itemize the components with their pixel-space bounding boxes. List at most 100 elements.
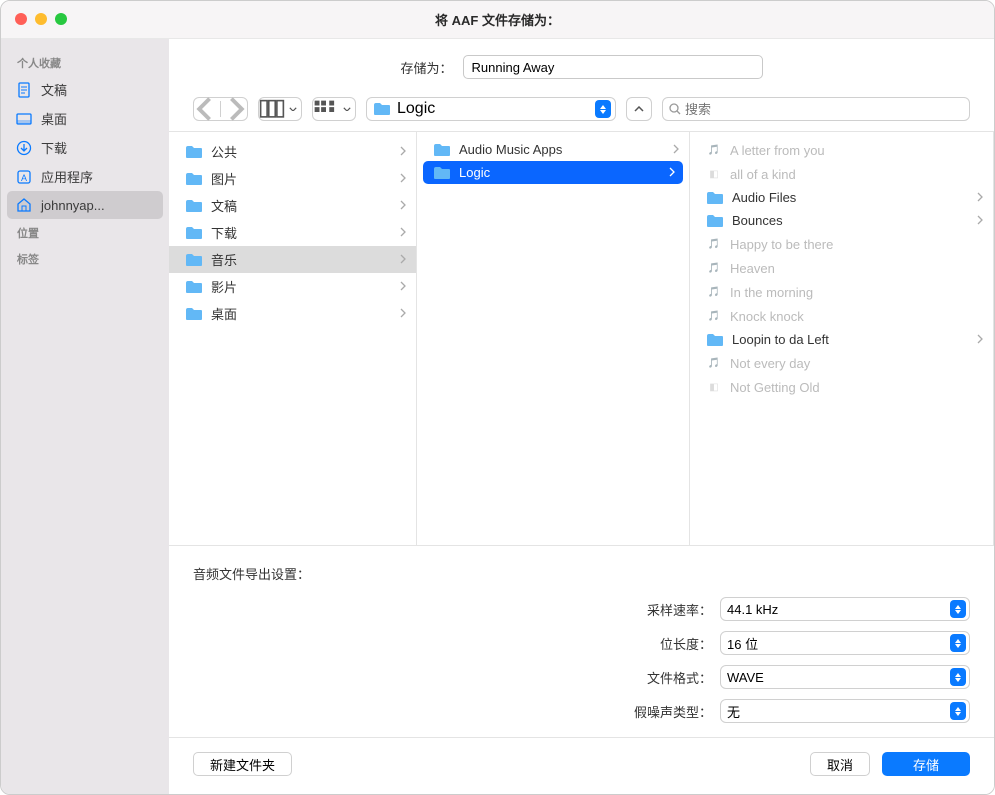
- column-2: Audio Music Apps Logic: [417, 132, 690, 545]
- folder-icon: [706, 214, 724, 228]
- setting-label: 采样速率：: [647, 600, 712, 619]
- collapse-button[interactable]: [626, 97, 652, 121]
- folder-icon: [706, 333, 724, 347]
- browser-row[interactable]: 🎵Knock knock: [690, 304, 993, 328]
- chevron-right-icon: [669, 165, 675, 180]
- zoom-icon[interactable]: [55, 13, 67, 25]
- browser-row[interactable]: Loopin to da Left: [690, 328, 993, 351]
- new-folder-button[interactable]: 新建文件夹: [193, 752, 292, 776]
- logic-file-icon: 🎵: [706, 355, 722, 371]
- browser-row[interactable]: 影片: [169, 273, 416, 300]
- save-button[interactable]: 存储: [882, 752, 970, 776]
- browser-row[interactable]: 桌面: [169, 300, 416, 327]
- path-popup[interactable]: Logic: [366, 97, 616, 121]
- folder-icon: [185, 307, 203, 321]
- browser-row[interactable]: 下载: [169, 219, 416, 246]
- browser-row[interactable]: 🎵 A letter from you: [690, 138, 993, 162]
- minimize-icon[interactable]: [35, 13, 47, 25]
- row-label: all of a kind: [730, 167, 796, 182]
- browser-row[interactable]: 🎵In the morning: [690, 280, 993, 304]
- close-icon[interactable]: [15, 13, 27, 25]
- logic-file-icon: 🎵: [706, 142, 722, 158]
- search-icon: [669, 103, 681, 115]
- row-label: 桌面: [211, 304, 237, 323]
- desktop-icon: [15, 110, 33, 128]
- sidebar-item-label: 桌面: [41, 109, 67, 128]
- row-label: Audio Files: [732, 190, 796, 205]
- file-icon: ◧: [706, 166, 722, 182]
- setting-select[interactable]: 无: [720, 699, 970, 723]
- setting-value: WAVE: [727, 670, 764, 685]
- path-label: Logic: [397, 100, 435, 118]
- sidebar-item[interactable]: johnnyap...: [7, 191, 163, 219]
- browser-row[interactable]: 公共: [169, 138, 416, 165]
- browser-row[interactable]: 🎵Happy to be there: [690, 232, 993, 256]
- search-input[interactable]: [685, 102, 963, 117]
- updown-icon: [950, 668, 966, 686]
- row-label: 音乐: [211, 250, 237, 269]
- browser-row[interactable]: ◧Not Getting Old: [690, 375, 993, 399]
- sidebar-item-label: johnnyap...: [41, 198, 105, 213]
- updown-icon: [950, 634, 966, 652]
- folder-icon: [433, 143, 451, 157]
- cancel-button[interactable]: 取消: [810, 752, 870, 776]
- chevron-down-icon: [339, 98, 355, 120]
- group-mode[interactable]: [312, 97, 356, 121]
- chevron-right-icon: [400, 279, 406, 294]
- svg-text:A: A: [21, 173, 27, 183]
- setting-select[interactable]: WAVE: [720, 665, 970, 689]
- forward-button[interactable]: [221, 98, 247, 120]
- browser-row[interactable]: ◧ all of a kind: [690, 162, 993, 186]
- chevron-right-icon: [673, 142, 679, 157]
- browser-row[interactable]: 图片: [169, 165, 416, 192]
- window-title: 将 AAF 文件存储为：: [435, 10, 560, 29]
- updown-icon: [950, 600, 966, 618]
- chevron-right-icon: [400, 171, 406, 186]
- folder-icon: [185, 253, 203, 267]
- nav-back-forward: [193, 97, 248, 121]
- browser-row[interactable]: 🎵Not every day: [690, 351, 993, 375]
- setting-label: 假噪声类型：: [634, 702, 712, 721]
- setting-value: 44.1 kHz: [727, 602, 778, 617]
- updown-icon: [595, 100, 611, 118]
- folder-icon: [706, 191, 724, 205]
- chevron-right-icon: [977, 332, 983, 347]
- logic-file-icon: 🎵: [706, 236, 722, 252]
- row-label: Logic: [459, 165, 490, 180]
- folder-icon: [185, 226, 203, 240]
- column-3: 🎵 A letter from you ◧ all of a kind Audio Fi…: [690, 132, 994, 545]
- save-as-input[interactable]: [463, 55, 763, 79]
- sidebar-item[interactable]: 下载: [1, 133, 169, 162]
- setting-select[interactable]: 44.1 kHz: [720, 597, 970, 621]
- folder-icon: [185, 172, 203, 186]
- row-label: In the morning: [730, 285, 813, 300]
- folder-icon: [185, 145, 203, 159]
- browser-row[interactable]: Bounces: [690, 209, 993, 232]
- setting-label: 位长度：: [660, 634, 712, 653]
- view-mode[interactable]: [258, 97, 302, 121]
- chevron-down-icon: [285, 98, 301, 120]
- save-as-label: 存储为：: [400, 58, 452, 77]
- row-label: A letter from you: [730, 143, 825, 158]
- row-label: 文稿: [211, 196, 237, 215]
- sidebar-item[interactable]: A应用程序: [1, 162, 169, 191]
- browser-row[interactable]: 🎵Heaven: [690, 256, 993, 280]
- search-field[interactable]: [662, 97, 970, 121]
- chevron-right-icon: [400, 306, 406, 321]
- sidebar-item[interactable]: 桌面: [1, 104, 169, 133]
- row-label: Loopin to da Left: [732, 332, 829, 347]
- browser-row[interactable]: Logic: [423, 161, 683, 184]
- setting-select[interactable]: 16 位: [720, 631, 970, 655]
- logic-file-icon: 🎵: [706, 308, 722, 324]
- setting-value: 16 位: [727, 634, 758, 653]
- sidebar-item[interactable]: 文稿: [1, 75, 169, 104]
- chevron-right-icon: [400, 252, 406, 267]
- setting-label: 文件格式：: [647, 668, 712, 687]
- browser-row[interactable]: Audio Music Apps: [417, 138, 689, 161]
- browser-row[interactable]: 文稿: [169, 192, 416, 219]
- back-button[interactable]: [194, 98, 220, 120]
- browser-row[interactable]: Audio Files: [690, 186, 993, 209]
- browser-row[interactable]: 音乐: [169, 246, 416, 273]
- file-icon: ◧: [706, 379, 722, 395]
- setting-value: 无: [727, 702, 740, 721]
